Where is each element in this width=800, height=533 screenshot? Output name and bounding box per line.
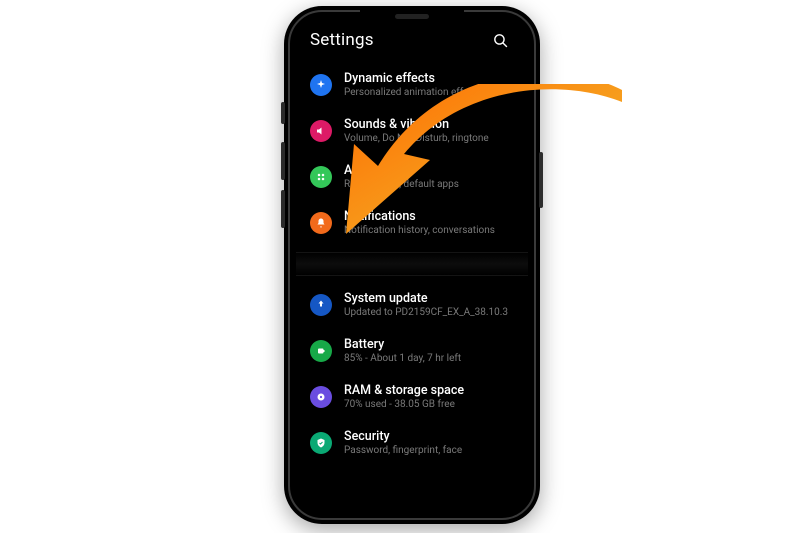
sparkle-icon <box>310 74 332 96</box>
apps-icon <box>310 166 332 188</box>
settings-item-system-update[interactable]: System update Updated to PD2159CF_EX_A_3… <box>296 282 528 328</box>
item-title: RAM & storage space <box>344 383 464 398</box>
item-subtitle: Notification history, conversations <box>344 224 495 237</box>
item-subtitle: 85% - About 1 day, 7 hr left <box>344 352 461 365</box>
section-divider <box>296 252 528 276</box>
update-icon <box>310 294 332 316</box>
search-button[interactable] <box>486 26 514 54</box>
settings-item-notifications[interactable]: Notifications Notification history, conv… <box>296 200 528 246</box>
bell-icon <box>310 212 332 234</box>
item-title: Notifications <box>344 209 495 224</box>
settings-item-ram-storage[interactable]: RAM & storage space 70% used - 38.05 GB … <box>296 374 528 420</box>
item-title: Sounds & vibration <box>344 117 489 132</box>
item-title: Battery <box>344 337 461 352</box>
sound-icon <box>310 120 332 142</box>
settings-list: Dynamic effects Personalized animation e… <box>296 62 528 474</box>
mute-switch <box>281 102 285 124</box>
page-title: Settings <box>310 30 374 50</box>
settings-item-battery[interactable]: Battery 85% - About 1 day, 7 hr left <box>296 328 528 374</box>
battery-icon <box>310 340 332 362</box>
item-subtitle: Volume, Do Not Disturb, ringtone <box>344 132 489 145</box>
item-subtitle: Updated to PD2159CF_EX_A_38.10.3 <box>344 306 508 319</box>
item-title: System update <box>344 291 508 306</box>
phone-frame: Settings Dynamic effects Personalized an… <box>284 6 540 524</box>
item-subtitle: Recent apps, default apps <box>344 178 459 191</box>
shield-icon <box>310 432 332 454</box>
item-title: Security <box>344 429 462 444</box>
storage-icon <box>310 386 332 408</box>
item-title: Apps <box>344 163 459 178</box>
notch-speaker <box>395 14 429 19</box>
search-icon <box>492 32 509 49</box>
settings-item-sounds-vibration[interactable]: Sounds & vibration Volume, Do Not Distur… <box>296 108 528 154</box>
settings-header: Settings <box>296 18 528 62</box>
item-subtitle: Personalized animation effects <box>344 86 482 99</box>
item-subtitle: 70% used - 38.05 GB free <box>344 398 464 411</box>
volume-up-button <box>281 142 285 180</box>
item-subtitle: Password, fingerprint, face <box>344 444 462 457</box>
volume-down-button <box>281 190 285 228</box>
settings-item-apps[interactable]: Apps Recent apps, default apps <box>296 154 528 200</box>
screen: Settings Dynamic effects Personalized an… <box>296 18 528 512</box>
item-title: Dynamic effects <box>344 71 482 86</box>
settings-item-dynamic-effects[interactable]: Dynamic effects Personalized animation e… <box>296 62 528 108</box>
settings-item-security[interactable]: Security Password, fingerprint, face <box>296 420 528 466</box>
power-button <box>539 152 543 208</box>
